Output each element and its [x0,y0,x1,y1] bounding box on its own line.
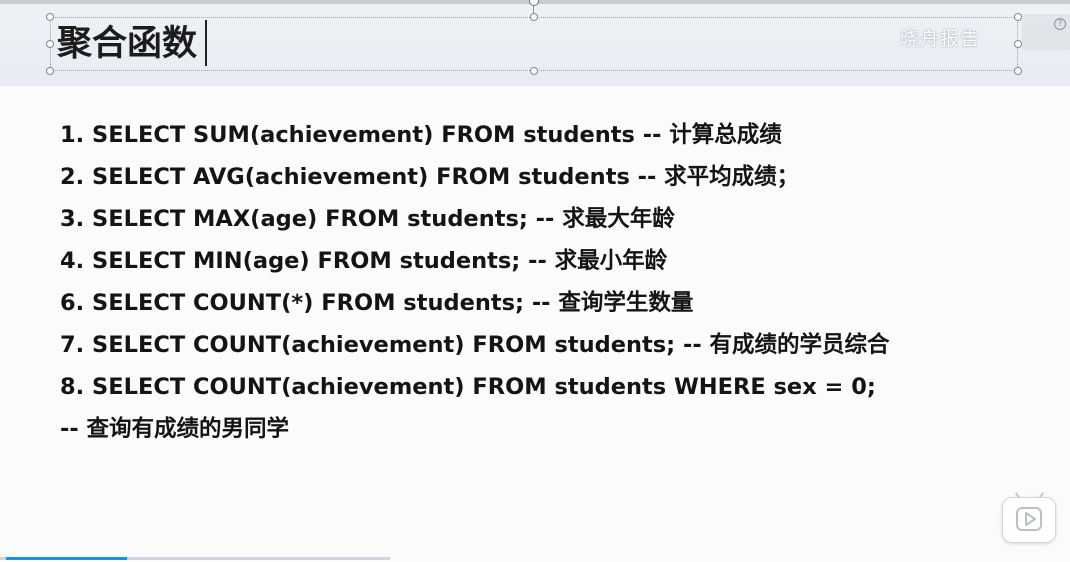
resize-handle-middle-left[interactable] [46,40,54,48]
code-line: 2. SELECT AVG(achievement) FROM students… [60,164,800,190]
code-line: 4. SELECT MIN(age) FROM students; -- 求最小… [60,248,668,274]
resize-handle-middle-right[interactable] [1014,40,1022,48]
slide-title[interactable]: 聚合函数 [57,20,197,68]
code-line: 6. SELECT COUNT(*) FROM students; -- 查询学… [60,290,694,316]
sql-code-list: 1. SELECT SUM(achievement) FROM students… [60,114,890,450]
resize-handle-top-center[interactable] [530,13,538,21]
text-cursor [205,20,207,66]
code-line: 7. SELECT COUNT(achievement) FROM studen… [60,332,890,358]
resize-handle-top-left[interactable] [46,13,54,21]
code-line: 1. SELECT SUM(achievement) FROM students… [60,122,782,148]
code-line: 8. SELECT COUNT(achievement) FROM studen… [60,374,876,400]
code-line: 3. SELECT MAX(age) FROM students; -- 求最大… [60,206,675,232]
resize-handle-bottom-center[interactable] [530,67,538,75]
play-icon [1016,507,1042,531]
code-line: -- 查询有成绩的男同学 [60,416,290,442]
progress-fill [6,557,127,560]
watermark: 晓舟报告 [900,28,981,50]
help-icon[interactable]: ? [1054,18,1066,30]
resize-handle-bottom-right[interactable] [1014,67,1022,75]
resize-handle-top-right[interactable] [1014,13,1022,21]
play-button[interactable] [1002,497,1056,543]
resize-handle-bottom-left[interactable] [46,67,54,75]
